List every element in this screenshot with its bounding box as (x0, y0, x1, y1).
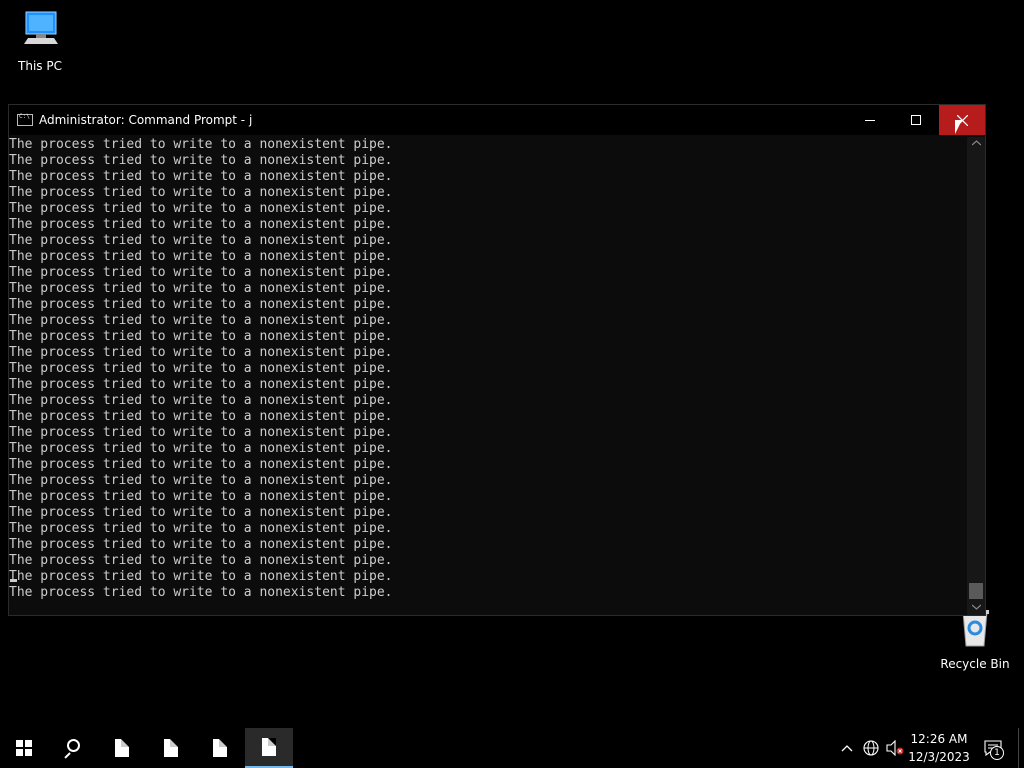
desktop-icon-label: Recycle Bin (940, 657, 1010, 671)
file-icon (262, 738, 276, 756)
scroll-up-button[interactable] (967, 137, 985, 151)
console-line: The process tried to write to a nonexist… (9, 297, 393, 312)
notification-count-badge: 1 (990, 746, 1004, 760)
console-line: The process tried to write to a nonexist… (9, 201, 393, 216)
clock-time: 12:26 AM (910, 732, 968, 746)
maximize-button[interactable] (893, 105, 939, 135)
window-titlebar[interactable]: Administrator: Command Prompt - j (9, 105, 985, 135)
clock-date: 12/3/2023 (908, 750, 970, 764)
console-line: The process tried to write to a nonexist… (9, 505, 393, 520)
console-line: The process tried to write to a nonexist… (9, 409, 393, 424)
console-line: The process tried to write to a nonexist… (9, 361, 393, 376)
console-line: The process tried to write to a nonexist… (9, 377, 393, 392)
taskbar: 12:26 AM 12/3/2023 1 (0, 728, 1024, 768)
show-desktop-button[interactable] (1018, 728, 1024, 768)
search-button[interactable] (48, 728, 96, 768)
chevron-up-icon (971, 140, 981, 146)
console-line: The process tried to write to a nonexist… (9, 553, 393, 568)
network-button[interactable] (860, 728, 882, 768)
console-line: The process tried to write to a nonexist… (9, 345, 393, 360)
console-line: The process tried to write to a nonexist… (9, 441, 393, 456)
console-line: The process tried to write to a nonexist… (9, 185, 393, 200)
window-title: Administrator: Command Prompt - j (39, 113, 253, 127)
mouse-pointer-icon (955, 120, 962, 134)
desktop-icon-this-pc[interactable]: This PC (0, 8, 80, 73)
console-line: The process tried to write to a nonexist… (9, 537, 393, 552)
search-icon (63, 739, 81, 759)
console-line: The process tried to write to a nonexist… (9, 569, 393, 584)
computer-icon (24, 11, 58, 44)
console-line: The process tried to write to a nonexist… (9, 281, 393, 296)
console-line: The process tried to write to a nonexist… (9, 425, 393, 440)
console-line: The process tried to write to a nonexist… (9, 393, 393, 408)
console-line: The process tried to write to a nonexist… (9, 153, 393, 168)
show-hidden-icons-button[interactable] (836, 728, 858, 768)
chevron-down-icon (971, 604, 981, 610)
file-icon (213, 739, 227, 757)
maximize-icon (911, 115, 921, 125)
file-icon (115, 739, 129, 757)
volume-button[interactable] (884, 728, 906, 768)
console-line: The process tried to write to a nonexist… (9, 233, 393, 248)
volume-muted-icon (886, 740, 904, 756)
file-icon (164, 739, 178, 757)
console-line: The process tried to write to a nonexist… (9, 489, 393, 504)
start-icon (16, 740, 32, 756)
console-line: The process tried to write to a nonexist… (9, 249, 393, 264)
console-line: The process tried to write to a nonexist… (9, 329, 393, 344)
console-line: The process tried to write to a nonexist… (9, 265, 393, 280)
command-prompt-window[interactable]: Administrator: Command Prompt - j The pr… (8, 104, 986, 616)
taskbar-app-3[interactable] (196, 728, 244, 768)
console-line: The process tried to write to a nonexist… (9, 313, 393, 328)
console-line: The process tried to write to a nonexist… (9, 521, 393, 536)
taskbar-app-4-active[interactable] (245, 728, 293, 768)
text-cursor (10, 579, 17, 582)
scroll-thumb[interactable] (969, 583, 983, 599)
console-output[interactable]: The process tried to write to a nonexist… (9, 137, 967, 615)
cmd-app-icon (17, 113, 33, 126)
minimize-button[interactable] (847, 105, 893, 135)
taskbar-app-1[interactable] (98, 728, 146, 768)
console-line: The process tried to write to a nonexist… (9, 217, 393, 232)
vertical-scrollbar[interactable] (967, 137, 985, 615)
action-center-button[interactable]: 1 (978, 728, 1008, 768)
minimize-icon (865, 119, 875, 121)
taskbar-app-2[interactable] (147, 728, 195, 768)
console-line: The process tried to write to a nonexist… (9, 585, 393, 600)
desktop-icon-label: This PC (18, 59, 62, 73)
clock-button[interactable]: 12:26 AM 12/3/2023 (906, 728, 972, 768)
close-button[interactable] (939, 105, 985, 135)
chevron-up-icon (841, 745, 853, 752)
console-line: The process tried to write to a nonexist… (9, 169, 393, 184)
console-line: The process tried to write to a nonexist… (9, 473, 393, 488)
console-line: The process tried to write to a nonexist… (9, 457, 393, 472)
console-line: The process tried to write to a nonexist… (9, 137, 393, 152)
start-button[interactable] (0, 728, 48, 768)
globe-icon (863, 740, 879, 756)
scroll-down-button[interactable] (967, 601, 985, 615)
